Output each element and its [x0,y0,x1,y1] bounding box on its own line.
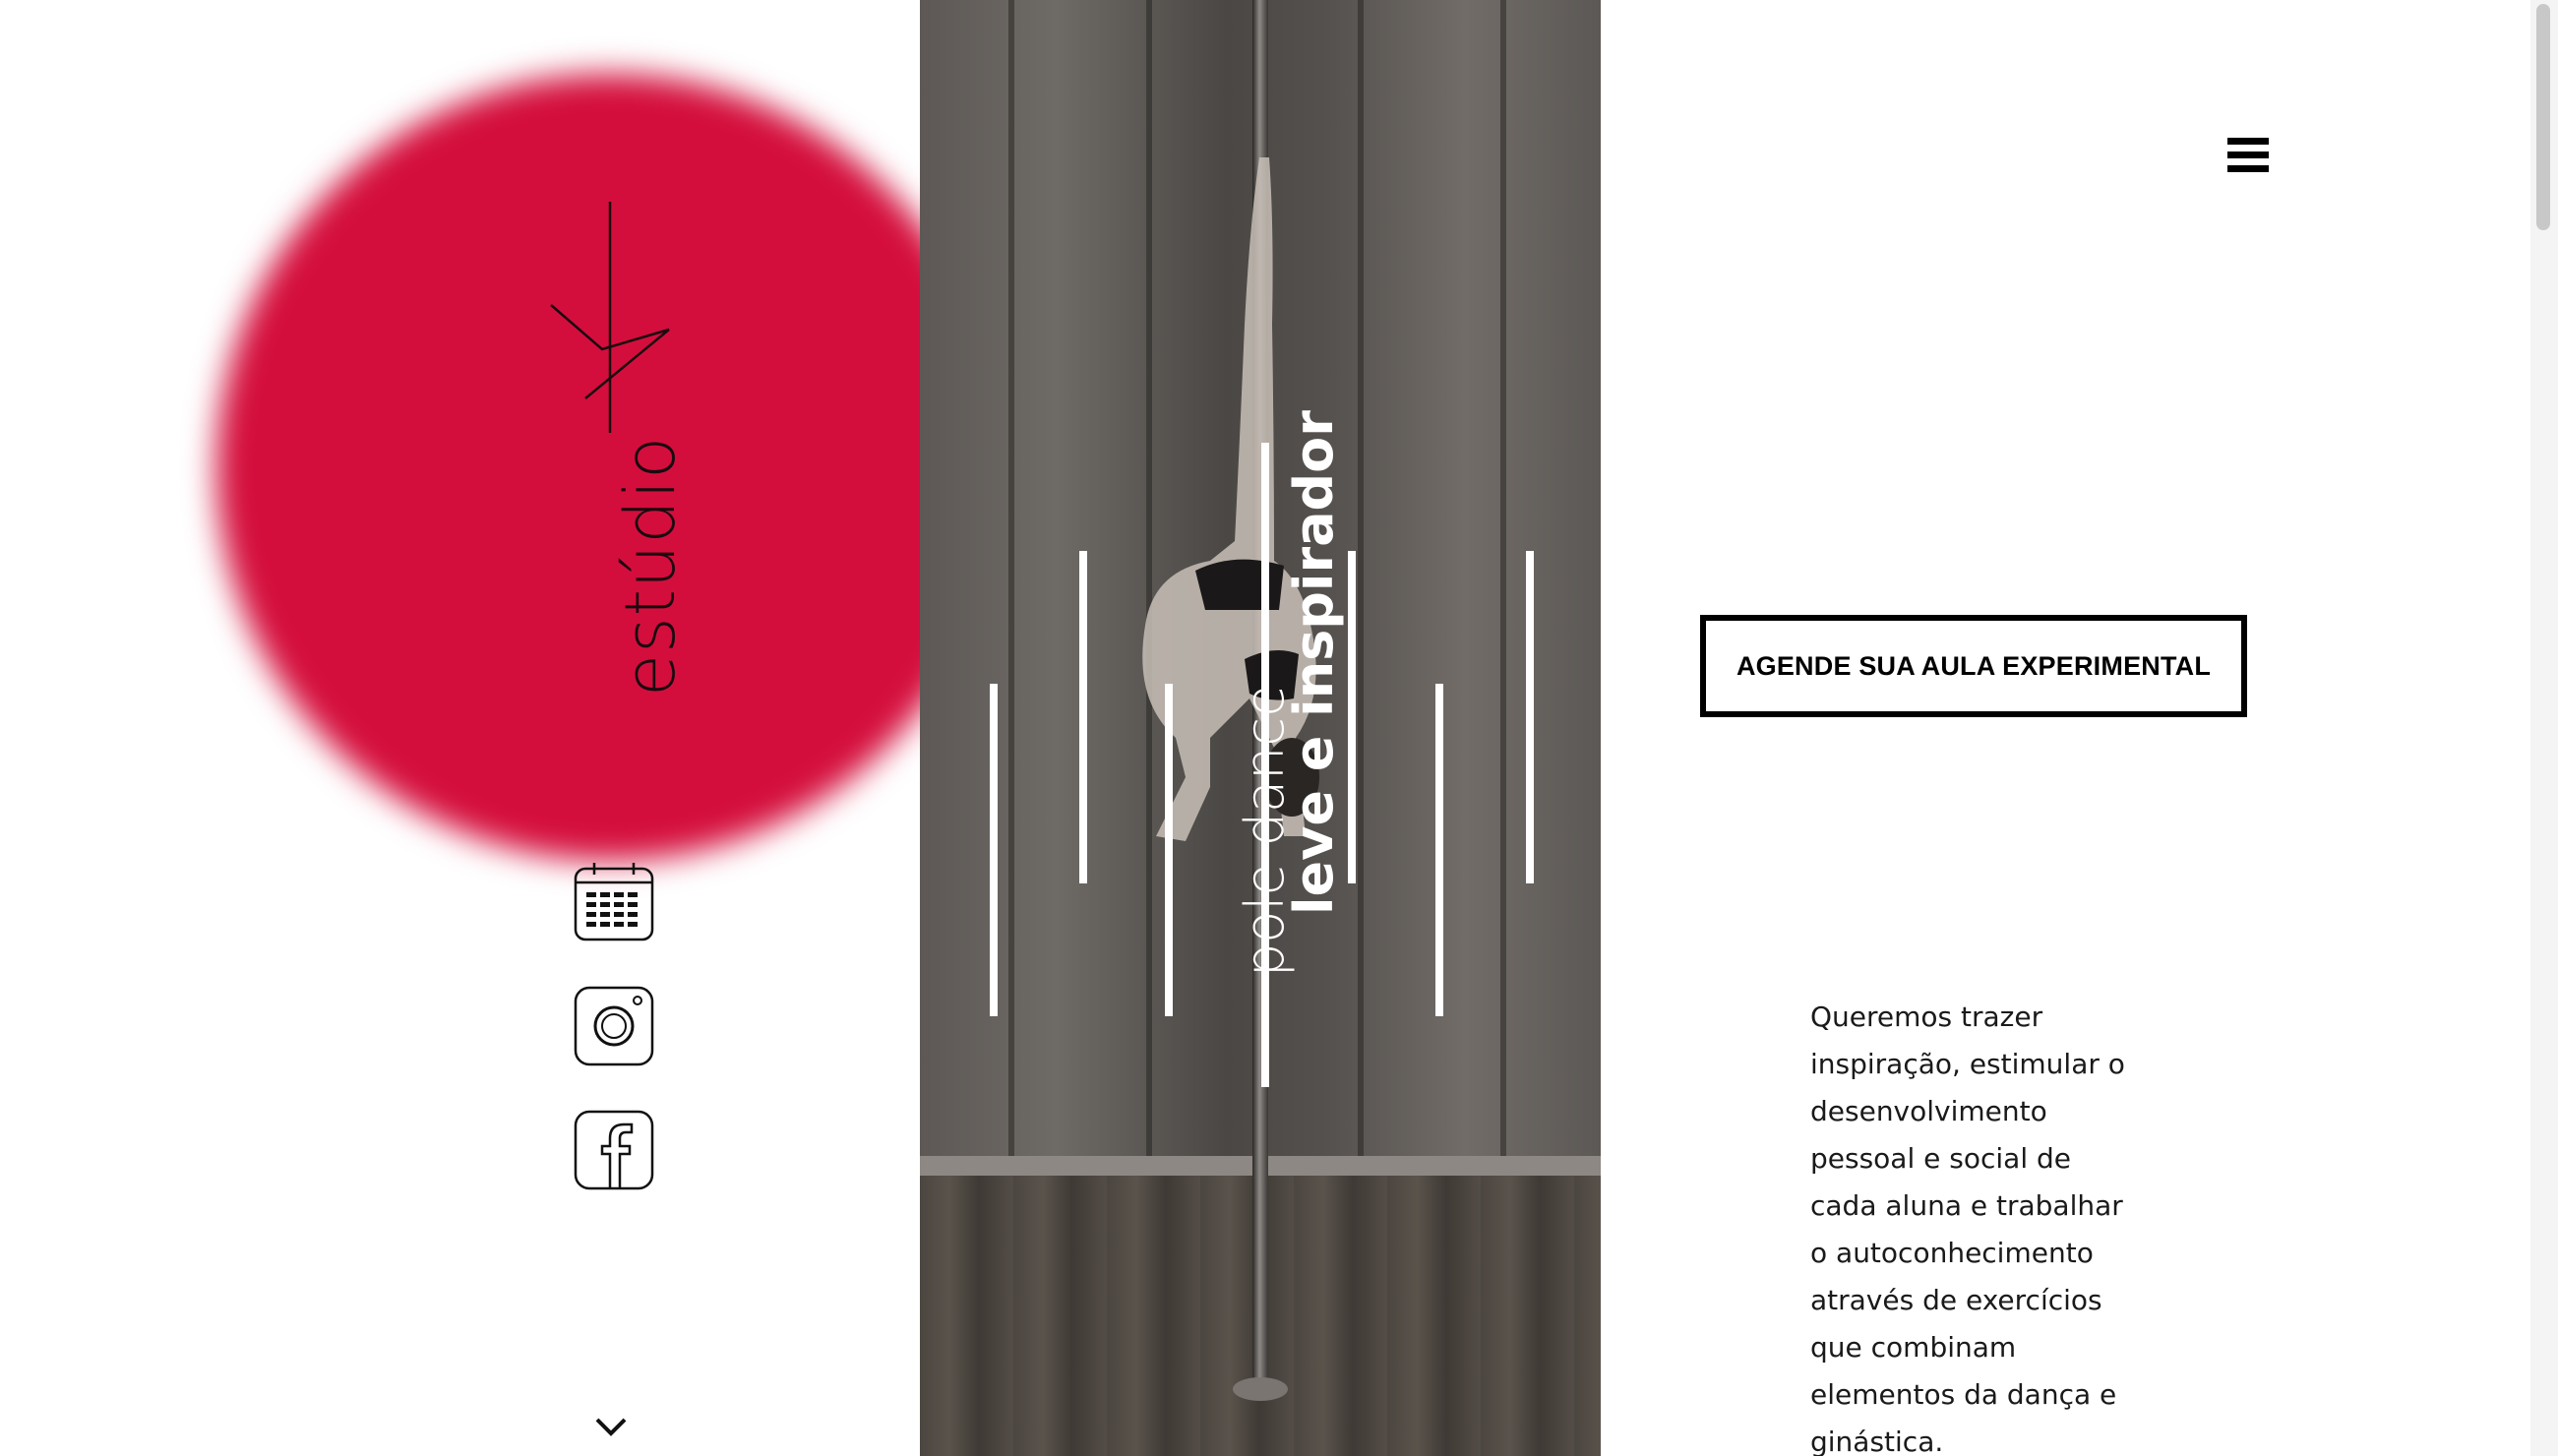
tagline-bold: leve e inspirador [1283,410,1345,915]
accent-bar [1165,684,1173,1016]
schedule-trial-class-button[interactable]: AGENDE SUA AULA EXPERIMENTAL [1700,615,2247,717]
instagram-icon[interactable] [573,985,655,1067]
side-icon-bar [573,861,659,1233]
logo-text: estúdio [610,435,691,697]
accent-bar [1435,684,1443,1016]
hamburger-menu-icon[interactable] [2227,138,2271,177]
landing-page: estúdio pole dance leve e inspirador AGE… [0,0,2558,1456]
facebook-icon[interactable] [573,1109,655,1191]
accent-bar [1348,551,1356,883]
accent-bar [1079,551,1087,883]
scrollbar-thumb[interactable] [2536,4,2550,230]
scrollbar[interactable] [2530,0,2558,1456]
accent-bar [990,684,998,1016]
calendar-icon[interactable] [573,861,655,943]
accent-bar [1526,551,1534,883]
chevron-down-icon[interactable] [591,1412,631,1441]
about-text: Queremos trazer inspiração, estimular o … [1810,1001,2125,1456]
